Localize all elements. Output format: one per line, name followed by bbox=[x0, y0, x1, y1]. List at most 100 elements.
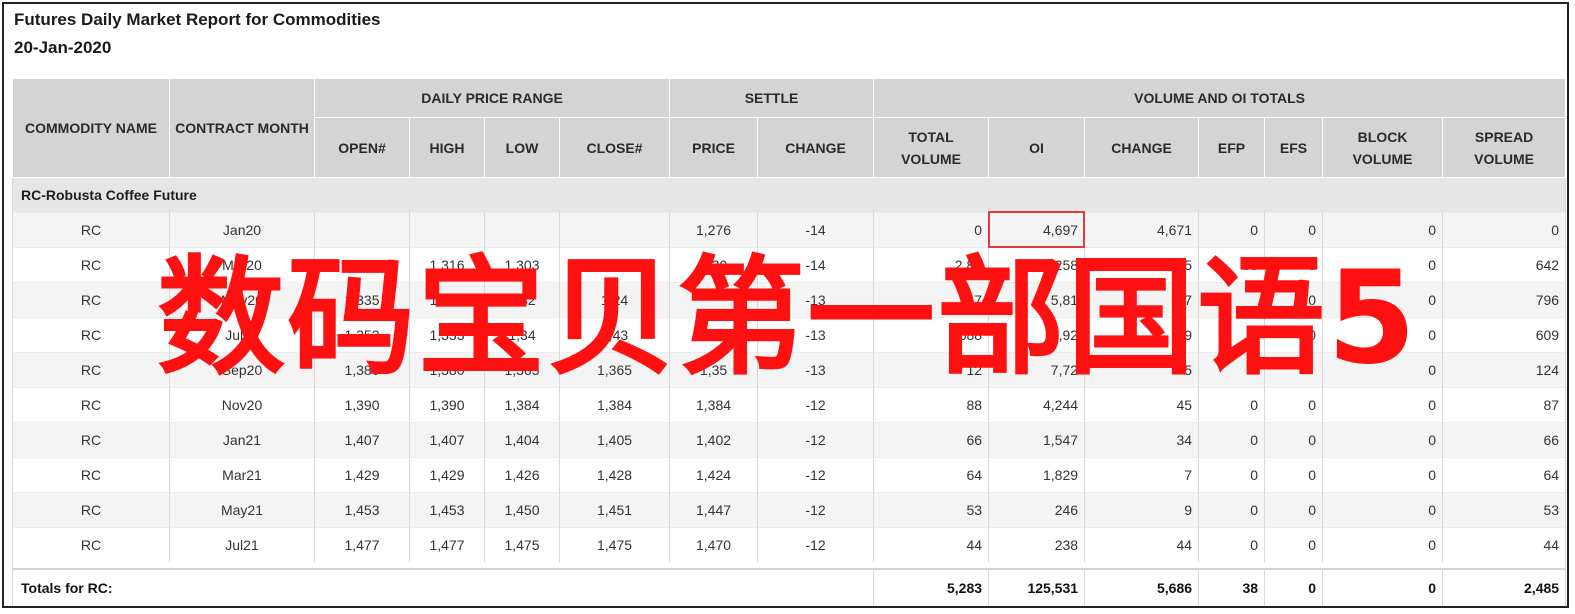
cell-open: 1,380 bbox=[314, 352, 410, 388]
cell-price: 1,384 bbox=[669, 387, 759, 423]
cell-block-volume: 0 bbox=[1322, 247, 1444, 283]
cell-month: Nov20 bbox=[169, 387, 315, 423]
table-row: RC May20 1,335 1,335 1,32 1,24 -13 47 5,81 7 0 0 796 bbox=[12, 282, 1567, 318]
cell-oi: 1,92 bbox=[988, 317, 1086, 353]
header-efs: EFS bbox=[1264, 117, 1324, 178]
highlight-box bbox=[988, 211, 1086, 248]
cell-oi: 4,244 bbox=[988, 387, 1086, 423]
cell-low: 1,384 bbox=[484, 387, 560, 423]
totals-divider bbox=[11, 562, 1567, 570]
cell-block-volume: 0 bbox=[1322, 282, 1444, 318]
table-row: RC Jan20 1,276 -14 0 4,697 4,671 0 0 0 0 bbox=[12, 211, 1567, 248]
cell-efs: 0 bbox=[1264, 457, 1324, 493]
cell-change: -13 bbox=[757, 282, 875, 318]
header-efp: EFP bbox=[1198, 117, 1266, 178]
report-date: 20-Jan-2020 bbox=[14, 38, 112, 57]
header-change: CHANGE bbox=[757, 117, 875, 178]
cell-efp: 38 bbox=[1198, 247, 1266, 283]
cell-efs: 0 bbox=[1264, 212, 1324, 248]
table-row: RC Jul21 1,477 1,477 1,475 1,475 1,470 -12 44 238… bbox=[12, 527, 1567, 562]
cell-name: RC bbox=[12, 387, 170, 423]
totals-efs: 0 bbox=[1264, 568, 1324, 606]
cell-month: May20 bbox=[169, 282, 315, 318]
cell-open: 1,390 bbox=[314, 387, 410, 423]
cell-spread-volume: 66 bbox=[1442, 422, 1567, 458]
header-low: LOW bbox=[484, 117, 560, 178]
header-price: PRICE bbox=[669, 117, 759, 178]
header-oi: OI bbox=[988, 117, 1086, 178]
cell-price bbox=[669, 282, 759, 318]
cell-oi: 246 bbox=[988, 492, 1086, 528]
cell-oi-change: 34 bbox=[1084, 422, 1200, 458]
cell-close: 1,475 bbox=[558, 527, 671, 562]
table-row: RC Sep20 1,380 1,380 1,365 1,365 1,35 -13 12 7,72… bbox=[12, 352, 1567, 388]
header-volume-oi-totals: VOLUME AND OI TOTALS bbox=[873, 78, 1567, 118]
cell-change: -13 bbox=[757, 352, 875, 388]
cell-open: 1,453 bbox=[314, 492, 410, 528]
cell-efp: 0 bbox=[1198, 527, 1266, 562]
cell-block-volume: 0 bbox=[1322, 317, 1444, 353]
totals-total-volume: 5,283 bbox=[873, 568, 990, 606]
cell-oi: 4,697 bbox=[988, 211, 1086, 248]
cell-name: RC bbox=[12, 212, 170, 248]
cell-change: -14 bbox=[757, 247, 875, 283]
cell-total-volume: 66 bbox=[873, 422, 990, 458]
table-row: RC Mar21 1,429 1,429 1,426 1,428 1,424 -12 64 1,8… bbox=[12, 457, 1567, 493]
cell-oi-change: 44 bbox=[1084, 527, 1200, 562]
totals-label: Totals for RC: bbox=[11, 568, 875, 606]
cell-block-volume: 0 bbox=[1322, 212, 1444, 248]
table-row: RC Jul20 1,352 1,353 1,34 1,43 -13 688 1,92 9 0 0 0 6… bbox=[12, 317, 1567, 353]
cell-total-volume: 688 bbox=[873, 317, 990, 353]
cell-open: 1,352 bbox=[314, 317, 410, 353]
cell-high: 1,429 bbox=[409, 457, 485, 493]
cell-efs: 0 bbox=[1264, 282, 1324, 318]
cell-name: RC bbox=[12, 352, 170, 388]
cell-block-volume: 0 bbox=[1322, 387, 1444, 423]
cell-change: -14 bbox=[757, 212, 875, 248]
header-commodity-name: COMMODITY NAME bbox=[12, 78, 170, 178]
cell-low: 1,475 bbox=[484, 527, 560, 562]
cell-high: 1,453 bbox=[409, 492, 485, 528]
section-label: RC-Robusta Coffee Future bbox=[11, 177, 1567, 213]
cell-spread-volume: 0 bbox=[1442, 212, 1567, 248]
cell-efs bbox=[1264, 352, 1324, 388]
cell-efp: 0 bbox=[1198, 317, 1266, 353]
cell-efp: 0 bbox=[1198, 492, 1266, 528]
cell-open: 1,407 bbox=[314, 422, 410, 458]
cell-block-volume: 0 bbox=[1322, 352, 1444, 388]
cell-close: 1,405 bbox=[558, 422, 671, 458]
cell-total-volume: 47 bbox=[873, 282, 990, 318]
cell-price: 1,35 bbox=[669, 352, 759, 388]
cell-price bbox=[669, 317, 759, 353]
cell-spread-volume: 609 bbox=[1442, 317, 1567, 353]
cell-efp: 0 bbox=[1198, 422, 1266, 458]
header-daily-price-range: DAILY PRICE RANGE bbox=[313, 78, 671, 118]
cell-change: -12 bbox=[757, 527, 875, 562]
report-frame: Futures Daily Market Report for Commodit… bbox=[2, 2, 1569, 608]
cell-close: 1,384 bbox=[558, 387, 671, 423]
header-settle: SETTLE bbox=[669, 78, 875, 118]
cell-open: 1,316 bbox=[314, 247, 410, 283]
cell-oi-change: 7 bbox=[1084, 457, 1200, 493]
cell-low: 1,365 bbox=[484, 352, 560, 388]
table-row: RC Nov20 1,390 1,390 1,384 1,384 1,384 -12 88 4,2… bbox=[12, 387, 1567, 423]
table-row: RC Mar20 1,316 1,316 1,303 1,304 1,30 -14 2,84 52… bbox=[12, 247, 1567, 283]
cell-low: 1,32 bbox=[484, 282, 560, 318]
cell-efs: 0 bbox=[1264, 527, 1324, 562]
cell-efp: 0 bbox=[1198, 387, 1266, 423]
header-contract-month: CONTRACT MONTH bbox=[169, 78, 315, 178]
cell-block-volume: 0 bbox=[1322, 492, 1444, 528]
cell-high: 1,353 bbox=[409, 317, 485, 353]
header-close: CLOSE# bbox=[558, 117, 671, 178]
cell-spread-volume: 87 bbox=[1442, 387, 1567, 423]
cell-price: 1,402 bbox=[669, 422, 759, 458]
table-row: RC Jan21 1,407 1,407 1,404 1,405 1,402 -12 66 1,5… bbox=[12, 422, 1567, 458]
cell-spread-volume: 796 bbox=[1442, 282, 1567, 318]
cell-efs: 0 bbox=[1264, 317, 1324, 353]
cell-open bbox=[314, 212, 410, 248]
cell-total-volume: 88 bbox=[873, 387, 990, 423]
cell-total-volume: 2,84 bbox=[873, 247, 990, 283]
cell-month: Mar21 bbox=[169, 457, 315, 493]
cell-name: RC bbox=[12, 247, 170, 283]
cell-efp bbox=[1198, 352, 1266, 388]
